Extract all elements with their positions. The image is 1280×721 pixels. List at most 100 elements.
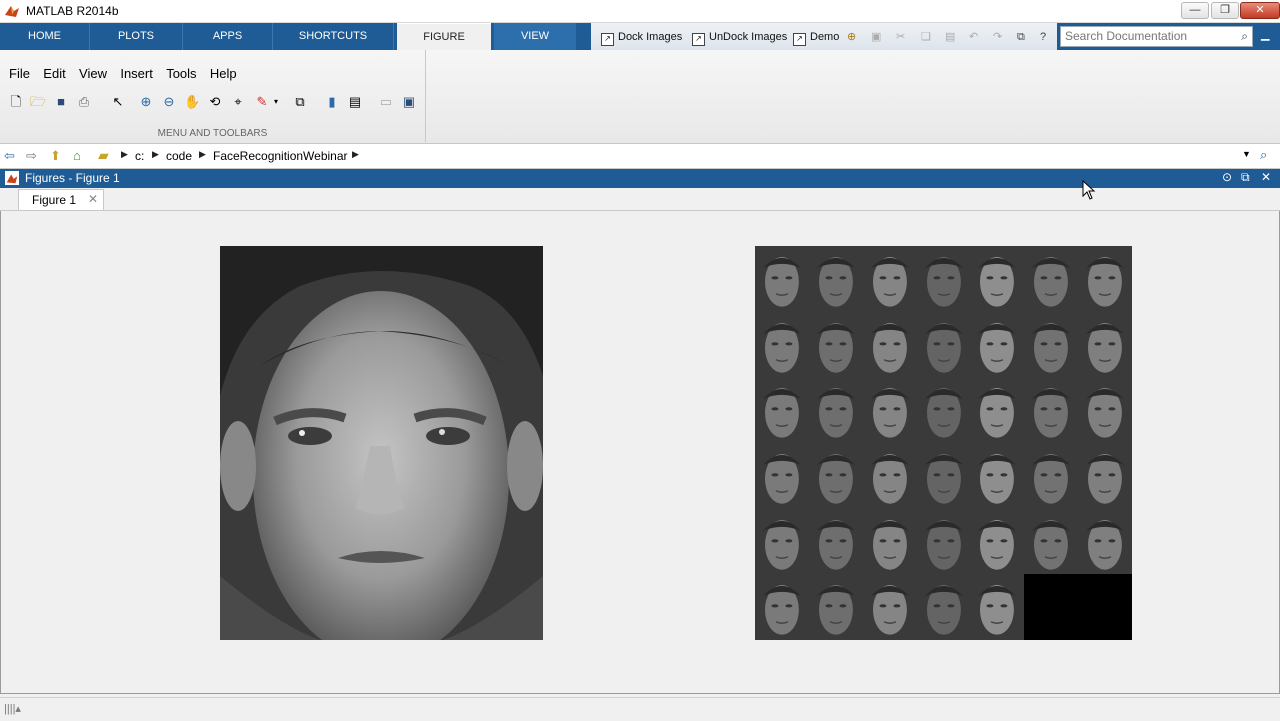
- face-thumbnail-icon: [755, 311, 809, 378]
- brush-dropdown-icon[interactable]: ▾: [268, 94, 284, 110]
- path-part[interactable]: code: [166, 149, 192, 163]
- folder-icon: ▰: [98, 147, 109, 163]
- tab-figure[interactable]: FIGURE: [397, 23, 491, 51]
- help-icon[interactable]: ?: [1040, 29, 1046, 45]
- dock-images-shortcut[interactable]: ↗ Dock Images: [601, 29, 682, 46]
- face-illustration: [220, 246, 543, 661]
- redo-icon[interactable]: ↷: [993, 29, 1002, 45]
- tab-view[interactable]: VIEW: [494, 23, 576, 50]
- save-figure-icon[interactable]: ■: [53, 94, 69, 110]
- undo-icon[interactable]: ↶: [969, 29, 978, 45]
- menu-tools[interactable]: Tools: [166, 66, 196, 81]
- tab-shortcuts[interactable]: SHORTCUTS: [273, 23, 394, 50]
- open-file-icon[interactable]: 🗁: [30, 94, 46, 110]
- face-thumbnail-icon: [970, 246, 1025, 312]
- search-folder-icon[interactable]: ⌕: [1260, 147, 1267, 163]
- menu-edit[interactable]: Edit: [43, 66, 65, 81]
- face-thumbnail-icon: [755, 574, 809, 640]
- cut-icon[interactable]: ✂: [896, 29, 905, 45]
- search-icon[interactable]: ⌕: [1241, 27, 1248, 46]
- back-icon[interactable]: ⇦: [4, 148, 15, 164]
- gallery-face-thumbnail: [1078, 246, 1132, 312]
- search-documentation-input[interactable]: Search Documentation ⌕: [1060, 26, 1253, 47]
- empty-gallery-cell: [1078, 574, 1132, 640]
- legend-icon[interactable]: ▤: [347, 94, 363, 110]
- show-plot-tools-icon[interactable]: ▣: [401, 94, 417, 110]
- face-thumbnail-icon: [862, 574, 917, 640]
- address-bar: ⇦ ⇨ ⬆ ⌂ ▰ ▶ c: ▶ code ▶ FaceRecognitionW…: [0, 144, 1280, 169]
- tab-figure-1[interactable]: Figure 1 ✕: [18, 189, 104, 210]
- face-thumbnail-icon: [970, 377, 1025, 443]
- undock-images-shortcut[interactable]: ↗ UnDock Images: [692, 29, 787, 46]
- edit-plot-icon[interactable]: ↖: [110, 94, 126, 110]
- face-thumbnail-icon: [1078, 508, 1132, 575]
- hide-plot-tools-icon[interactable]: ▭: [378, 94, 394, 110]
- gallery-face-thumbnail: [970, 574, 1025, 640]
- close-window-button[interactable]: ✕: [1240, 2, 1280, 19]
- up-folder-icon[interactable]: ⬆: [50, 148, 61, 164]
- quick-access-toolbar: ↗ Dock Images ↗ UnDock Images ↗ Demo ⊕ ▣ ✂ …: [591, 23, 1057, 50]
- gallery-face-thumbnail: [1078, 377, 1132, 443]
- demo-shortcut[interactable]: ↗ Demo: [793, 29, 839, 46]
- gallery-face-thumbnail: [916, 442, 971, 509]
- gallery-face-thumbnail: [970, 246, 1025, 312]
- maximize-button[interactable]: ❐: [1211, 2, 1239, 19]
- tab-apps[interactable]: APPS: [183, 23, 273, 50]
- gallery-face-thumbnail: [808, 377, 863, 443]
- face-thumbnail-icon: [916, 442, 971, 509]
- path-part[interactable]: FaceRecognitionWebinar: [213, 149, 348, 163]
- forward-icon[interactable]: ⇨: [26, 148, 37, 164]
- matlab-figure-icon: [5, 171, 19, 185]
- face-thumbnail-icon: [755, 442, 809, 509]
- gallery-face-thumbnail: [970, 442, 1025, 509]
- face-thumbnail-icon: [755, 246, 809, 312]
- gallery-face-thumbnail: [755, 377, 809, 443]
- menu-help[interactable]: Help: [210, 66, 237, 81]
- menu-file[interactable]: File: [9, 66, 30, 81]
- rotate-3d-icon[interactable]: ⟲: [207, 94, 223, 110]
- minimize-button[interactable]: —: [1181, 2, 1209, 19]
- panel-actions-icon[interactable]: ⊙: [1222, 170, 1232, 184]
- face-thumbnail-icon: [862, 508, 917, 575]
- undock-panel-icon[interactable]: ⧉: [1241, 170, 1250, 185]
- face-thumbnail-icon: [1078, 311, 1132, 378]
- menu-insert[interactable]: Insert: [120, 66, 153, 81]
- face-thumbnail-icon: [808, 574, 863, 640]
- ribbon-panel: File Edit View Insert Tools Help 🗋 🗁 ■ ⎙…: [0, 50, 1280, 144]
- path-dropdown-icon[interactable]: ▼: [1242, 149, 1251, 159]
- tab-home[interactable]: HOME: [0, 23, 90, 50]
- data-cursor-icon[interactable]: ⌖: [230, 94, 246, 110]
- paste-icon[interactable]: ▤: [945, 29, 955, 45]
- colorbar-icon[interactable]: ▮: [324, 94, 340, 110]
- path-part[interactable]: c:: [135, 149, 144, 163]
- face-thumbnail-icon: [1024, 442, 1079, 509]
- path-separator-icon: ▶: [121, 149, 128, 159]
- switch-windows-icon[interactable]: ⧉: [1017, 29, 1025, 45]
- face-thumbnail-icon: [808, 246, 863, 312]
- print-icon[interactable]: ⎙: [76, 94, 92, 110]
- figure-menubar: File Edit View Insert Tools Help: [4, 66, 242, 81]
- path-separator-icon: ▶: [199, 149, 206, 159]
- pan-icon[interactable]: ✋: [184, 94, 200, 110]
- section-divider: [425, 50, 426, 142]
- gallery-face-thumbnail: [916, 311, 971, 378]
- gallery-face-thumbnail: [1078, 442, 1132, 509]
- new-shortcut-icon[interactable]: ⊕: [847, 29, 856, 45]
- zoom-out-icon[interactable]: ⊖: [161, 94, 177, 110]
- close-tab-icon[interactable]: ✕: [88, 192, 98, 206]
- gallery-face-thumbnail: [862, 246, 917, 312]
- save-icon[interactable]: ▣: [871, 29, 881, 45]
- tab-plots[interactable]: PLOTS: [90, 23, 183, 50]
- menu-view[interactable]: View: [79, 66, 107, 81]
- shortcut-icon: ↗: [692, 33, 705, 46]
- zoom-in-icon[interactable]: ⊕: [138, 94, 154, 110]
- path-separator-icon: ▶: [152, 149, 159, 159]
- browse-folder-icon[interactable]: ⌂: [73, 148, 81, 163]
- gallery-face-thumbnail: [970, 508, 1025, 575]
- close-panel-icon[interactable]: ✕: [1261, 170, 1271, 184]
- new-figure-icon[interactable]: 🗋: [8, 94, 24, 110]
- copy-icon[interactable]: ❏: [921, 29, 931, 45]
- collapse-ribbon-icon[interactable]: ▁: [1261, 28, 1269, 41]
- gallery-face-thumbnail: [755, 508, 809, 575]
- link-plot-icon[interactable]: ⧉: [292, 94, 308, 110]
